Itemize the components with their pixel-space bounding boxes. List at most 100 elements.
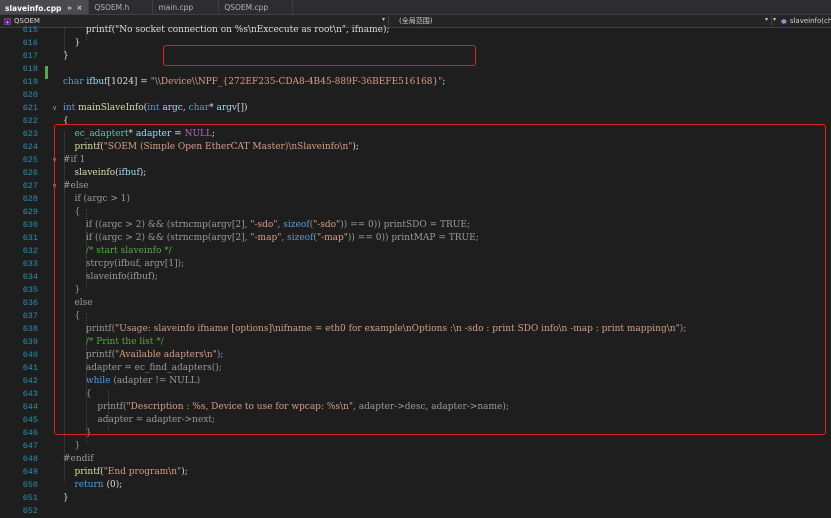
code-token: sizeof [287,233,314,243]
line-number: 631 [22,233,38,243]
line-number: 641 [22,363,38,373]
code-line[interactable]: 630 if ((argc > 2) && (strncmp(argv[2], … [0,219,831,232]
code-text: return (0); [63,479,122,492]
code-token: "-sdo" [313,220,341,230]
code-line[interactable]: 636 else [0,297,831,310]
line-number: 632 [22,246,38,256]
code-line[interactable]: 646 } [0,427,831,440]
code-text: if ((argc > 2) && (strncmp(argv[2], "-ma… [63,232,479,245]
code-line[interactable]: 651} [0,492,831,505]
code-token: ); [139,168,147,178]
code-line[interactable]: 642 while (adapter != NULL) [0,375,831,388]
code-line[interactable]: 650 return (0); [0,479,831,492]
line-number: 620 [22,90,38,100]
code-line[interactable]: 634 slaveinfo(ifbuf); [0,271,831,284]
code-token: "-map" [316,233,348,243]
code-line[interactable]: 643 { [0,388,831,401]
code-token: "\\Device\\NPF_{272EF235-CDA8-4B45-889F-… [150,77,443,87]
code-token: { [63,116,69,126]
editor-tab-strip: slaveinfo.cpp ⊳ × QSOEM.h main.cpp QSOEM… [0,0,831,15]
code-editor[interactable]: 615 printf("No socket connection on %s\n… [0,24,831,516]
code-token: { [63,207,81,217]
code-line[interactable]: 647 } [0,440,831,453]
code-token: { [63,389,92,399]
code-token: strcpy(ifbuf, argv[1]); [63,259,185,269]
code-line[interactable]: 624 printf("SOEM (Simple Open EtherCAT M… [0,141,831,154]
code-text: int mainSlaveInfo(int argc, char* argv[]… [63,102,248,115]
code-token: printf( [63,402,127,412]
pin-icon[interactable]: ⊳ [67,5,72,12]
code-line[interactable]: 622 { [0,115,831,128]
code-line[interactable]: 628 if (argc > 1) [0,193,831,206]
code-line[interactable]: 626 slaveinfo(ifbuf); [0,167,831,180]
code-token: #else [63,181,89,191]
code-line[interactable]: 638 printf("Usage: slaveinfo ifname [opt… [0,323,831,336]
code-line[interactable]: 620 [0,89,831,102]
code-text: printf("Usage: slaveinfo ifname [options… [63,323,686,336]
code-line[interactable]: 641 adapter = ec_find_adapters(); [0,362,831,375]
code-token: ); [352,142,359,152]
code-token: "Description : %s, Device to use for wpc… [126,402,353,412]
code-line[interactable]: 619 char ifbuf[1024] = "\\Device\\NPF_{27… [0,76,831,89]
close-icon[interactable]: × [76,4,82,12]
code-line[interactable]: 615 printf("No socket connection on %s\n… [0,24,831,37]
code-token: } [63,441,81,451]
code-line[interactable]: 617} [0,50,831,63]
code-line[interactable]: 644 printf("Description : %s, Device to … [0,401,831,414]
line-number: 618 [22,64,38,74]
code-token: while [85,376,111,386]
code-token: []) [236,103,248,113]
code-line[interactable]: 652 [0,505,831,518]
code-line[interactable]: 627 ∨ #else [0,180,831,193]
tab-main-cpp[interactable]: main.cpp [153,0,220,14]
code-line[interactable]: 637 { [0,310,831,323]
tab-qsoem-h[interactable]: QSOEM.h [89,0,154,14]
line-number: 633 [22,259,38,269]
code-token: /* Print the list */ [63,337,164,347]
code-line[interactable]: 632 /* start slaveinfo */ [0,245,831,258]
tab-qsoem-cpp[interactable]: QSOEM.cpp [219,0,294,14]
fold-toggle-icon[interactable]: ∨ [52,154,57,167]
code-line[interactable]: 625 ∨ #if 1 [0,154,831,167]
code-token: int [147,103,160,113]
code-line[interactable]: 640 printf("Available adapters\n"); [0,349,831,362]
code-token: slaveinfo [74,168,116,178]
line-number: 646 [22,428,38,438]
code-token: printf("No socket connection on %s\nExce… [63,25,390,35]
code-line[interactable]: 621 ∨ int mainSlaveInfo(int argc, char* ar… [0,102,831,115]
code-token: , adapter->desc, adapter->name); [352,402,509,412]
code-text: char ifbuf[1024] = "\\Device\\NPF_{272EF… [63,76,445,89]
code-token: { [63,311,81,321]
line-number: 648 [22,454,38,464]
code-token: "Available adapters\n" [115,350,217,360]
code-token: ); [216,350,224,360]
code-text: { [63,388,92,401]
code-token: sizeof [283,220,310,230]
fold-toggle-icon[interactable]: ∨ [52,180,57,193]
code-line[interactable]: 629 { [0,206,831,219]
code-line[interactable]: 616 } [0,37,831,50]
code-line[interactable]: 618 [0,63,831,76]
code-line[interactable]: 648 #endif [0,453,831,466]
code-line[interactable]: 645 adapter = adapter->next; [0,414,831,427]
line-number: 647 [22,441,38,451]
code-token: "SOEM (Simple Open EtherCAT Master)\nSla… [103,142,353,152]
code-token: ; [442,77,446,87]
code-line[interactable]: 649 printf("End program\n"); [0,466,831,479]
fold-toggle-icon[interactable]: ∨ [52,102,57,115]
code-token: ); [679,324,687,334]
code-line[interactable]: 623 ec_adaptert* adapter = NULL; [0,128,831,141]
code-line[interactable]: 633 strcpy(ifbuf, argv[1]); [0,258,831,271]
code-text: printf("Available adapters\n"); [63,349,224,362]
code-line[interactable]: 635 } [0,284,831,297]
tab-label: main.cpp [158,2,194,12]
code-text: while (adapter != NULL) [63,375,200,388]
line-number: 634 [22,272,38,282]
code-text: { [63,115,69,128]
code-line[interactable]: 639 /* Print the list */ [0,336,831,349]
code-token: ifbuf [86,77,108,87]
code-line[interactable]: 631 if ((argc > 2) && (strncmp(argv[2], … [0,232,831,245]
tab-slaveinfo-cpp[interactable]: slaveinfo.cpp ⊳ × [0,0,90,14]
